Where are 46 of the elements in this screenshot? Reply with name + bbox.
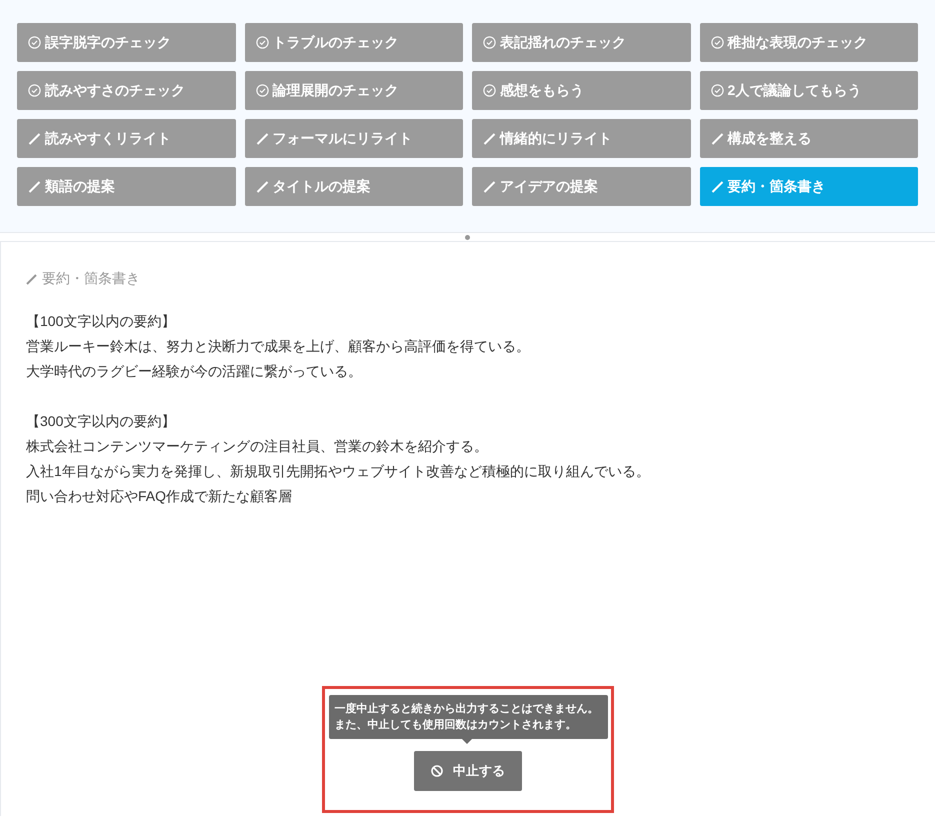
action-button[interactable]: アイデアの提案 xyxy=(472,167,690,206)
check-circle-icon xyxy=(256,84,268,97)
action-button[interactable]: 類語の提案 xyxy=(17,167,236,206)
tooltip-text: 一度中止すると続きから出力することはできません。 xyxy=(334,702,598,717)
check-circle-icon xyxy=(710,84,724,97)
action-button[interactable]: 読みやすさのチェック xyxy=(17,71,236,110)
prohibited-icon xyxy=(431,765,443,777)
summary-line: 問い合わせ対応やFAQ作成で新たな顧客層 xyxy=(26,487,292,506)
pencil-icon xyxy=(710,180,724,193)
check-circle-icon xyxy=(256,36,268,49)
stop-button[interactable]: 中止する xyxy=(414,751,522,791)
pencil-icon xyxy=(483,180,496,193)
summary-line: 入社1年目ながら実力を発揮し、新規取引先開拓やウェブサイト改善など積極的に取り組んでいる。 xyxy=(26,462,650,481)
check-circle-icon xyxy=(28,84,41,97)
action-button[interactable]: タイトルの提案 xyxy=(244,167,463,206)
action-button[interactable]: 要約・箇条書き xyxy=(700,167,918,206)
pencil-icon xyxy=(256,180,268,193)
check-circle-icon xyxy=(483,84,496,97)
result-heading: 要約・箇条書き xyxy=(42,269,140,288)
action-button[interactable]: 2人で議論してもらう xyxy=(700,71,918,110)
action-button[interactable]: 情緒的にリライト xyxy=(472,119,690,158)
resize-handle[interactable] xyxy=(465,235,470,240)
check-circle-icon xyxy=(483,36,496,49)
summary-line: 大学時代のラグビー経験が今の活躍に繋がっている。 xyxy=(26,362,362,381)
action-button[interactable]: 表記揺れのチェック xyxy=(472,23,690,62)
action-button[interactable]: 読みやすくリライト xyxy=(17,119,236,158)
pencil-icon xyxy=(26,272,38,284)
action-button[interactable]: 感想をもらう xyxy=(472,71,690,110)
pencil-icon xyxy=(28,132,41,145)
summary-line: 営業ルーキー鈴木は、努力と決断力で成果を上げ、顧客から高評価を得ている。 xyxy=(26,337,530,356)
action-button[interactable]: 稚拙な表現のチェック xyxy=(700,23,918,62)
pencil-icon xyxy=(483,132,496,145)
check-circle-icon xyxy=(710,36,724,49)
summary-line: 【100文字以内の要約】 xyxy=(26,312,176,331)
pencil-icon xyxy=(256,132,268,145)
action-button[interactable]: トラブルのチェック xyxy=(244,23,463,62)
action-button[interactable]: 論理展開のチェック xyxy=(244,71,463,110)
action-button[interactable]: 誤字脱字のチェック xyxy=(17,23,236,62)
tooltip-text: また、中止しても使用回数はカウントされます。 xyxy=(334,718,576,733)
action-button[interactable]: フォーマルにリライト xyxy=(244,119,463,158)
summary-line: 株式会社コンテンツマーケティングの注目社員、営業の鈴木を紹介する。 xyxy=(26,437,488,456)
action-button[interactable]: 構成を整える xyxy=(700,119,918,158)
summary-line: 【300文字以内の要約】 xyxy=(26,412,176,431)
pencil-icon xyxy=(28,180,41,193)
check-circle-icon xyxy=(28,36,41,49)
pencil-icon xyxy=(710,132,724,145)
